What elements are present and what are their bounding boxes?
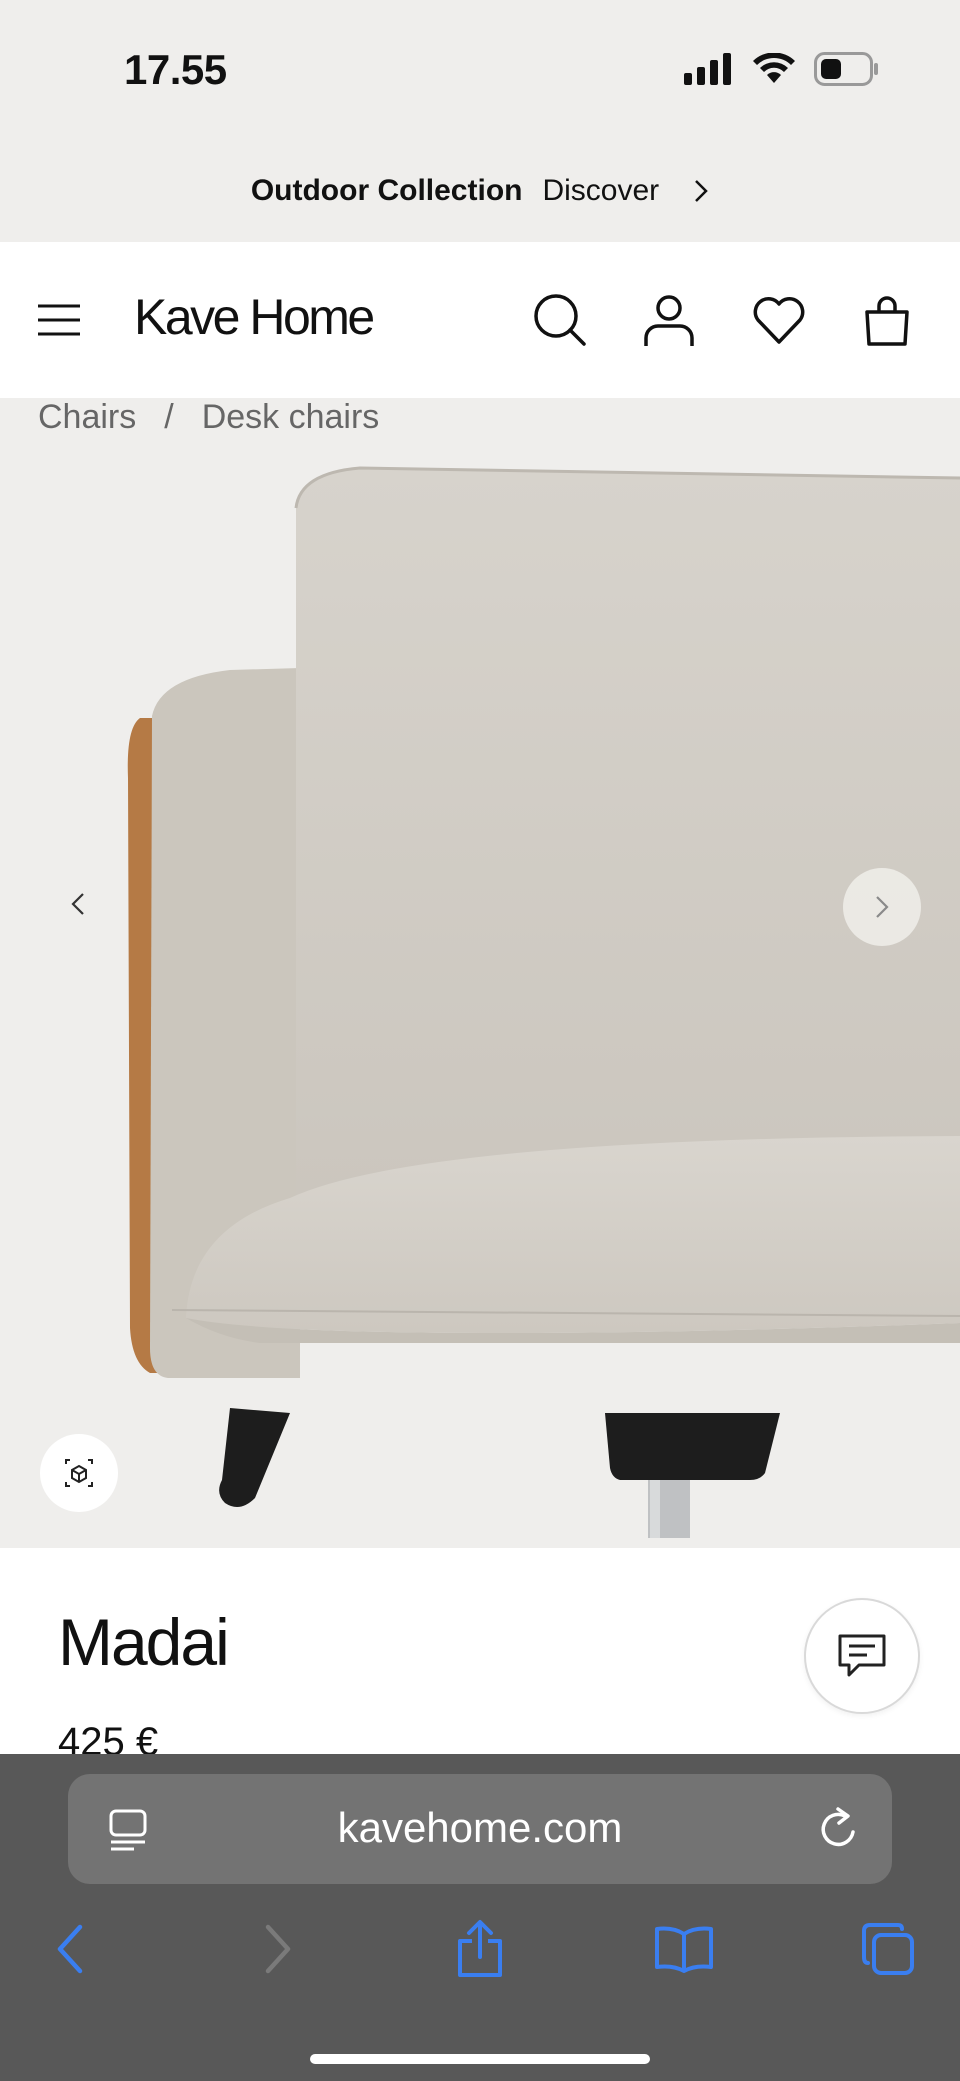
bookmarks-button[interactable] xyxy=(644,1914,724,1984)
next-image-button[interactable] xyxy=(843,868,921,946)
view-3d-button[interactable] xyxy=(40,1434,118,1512)
status-time: 17.55 xyxy=(124,46,227,93)
search-icon[interactable] xyxy=(532,292,588,348)
site-header: Kave Home xyxy=(0,242,960,398)
cellular-signal-icon xyxy=(684,53,731,85)
product-gallery[interactable]: Chairs / Desk chairs xyxy=(0,398,960,1538)
product-name: Madai xyxy=(58,1605,230,1679)
breadcrumb-item-chairs[interactable]: Chairs xyxy=(38,398,136,437)
address-bar[interactable]: kavehome.com xyxy=(68,1774,892,1884)
previous-image-button[interactable] xyxy=(42,868,114,940)
back-arrow-icon xyxy=(57,1924,83,1974)
chevron-right-icon xyxy=(876,896,889,918)
account-icon[interactable] xyxy=(641,292,697,348)
breadcrumb: Chairs / Desk chairs xyxy=(38,398,379,437)
product-image xyxy=(127,466,960,1538)
breadcrumb-separator: / xyxy=(164,398,174,436)
status-icons xyxy=(684,52,880,86)
wifi-icon xyxy=(753,53,795,83)
reload-icon[interactable] xyxy=(818,1806,860,1850)
chat-button[interactable] xyxy=(804,1598,920,1714)
status-bar: 17.55 xyxy=(0,0,960,140)
shopping-bag-icon[interactable] xyxy=(859,292,915,348)
share-button[interactable] xyxy=(440,1914,520,1984)
site-logo[interactable]: Kave Home xyxy=(134,288,375,346)
browser-chrome: kavehome.com xyxy=(0,1754,960,2081)
share-icon xyxy=(458,1920,502,1977)
chevron-left-icon xyxy=(71,893,84,915)
promo-bar[interactable]: Outdoor Collection Discover xyxy=(0,140,960,242)
tabs-button[interactable] xyxy=(848,1914,928,1984)
menu-icon[interactable] xyxy=(38,300,80,340)
3d-cube-icon xyxy=(65,1459,93,1487)
back-button[interactable] xyxy=(30,1914,110,1984)
tabs-icon xyxy=(862,1923,914,1975)
breadcrumb-item-desk-chairs[interactable]: Desk chairs xyxy=(202,398,380,437)
promo-link[interactable]: Discover xyxy=(542,174,659,208)
forward-arrow-icon xyxy=(265,1924,291,1974)
product-info: Madai 425 € xyxy=(0,1548,960,1764)
home-indicator[interactable] xyxy=(310,2054,650,2064)
forward-button[interactable] xyxy=(238,1914,318,1984)
chat-bubble-icon xyxy=(838,1634,886,1677)
battery-icon xyxy=(814,52,878,86)
url-text[interactable]: kavehome.com xyxy=(68,1804,892,1852)
wishlist-heart-icon[interactable] xyxy=(751,292,807,348)
promo-title: Outdoor Collection xyxy=(250,174,523,207)
book-icon xyxy=(655,1926,713,1973)
chevron-right-icon xyxy=(695,180,708,202)
